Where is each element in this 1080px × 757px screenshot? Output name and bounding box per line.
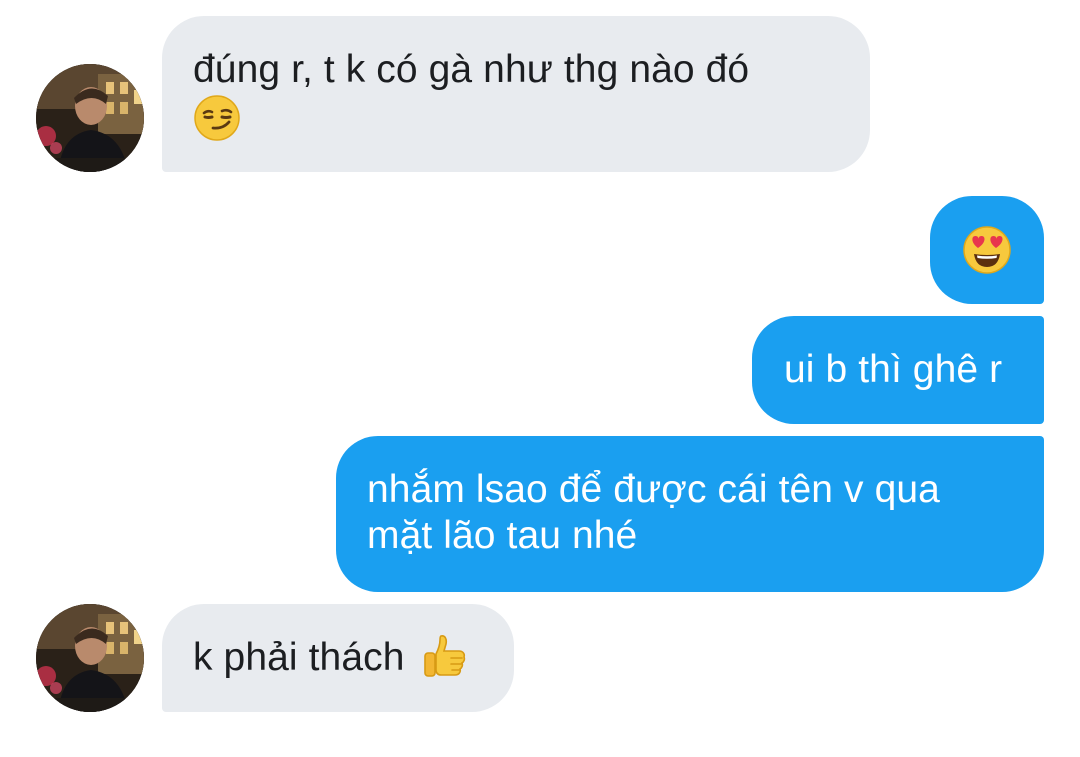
outgoing-message-bubble[interactable]: ui b thì ghê r: [752, 316, 1044, 424]
contact-avatar-photo: [36, 64, 144, 172]
message-text: k phải thách: [193, 636, 405, 679]
smirking-face-emoji: [193, 94, 241, 142]
message-text: ui b thì ghê r: [784, 348, 1003, 391]
contact-avatar[interactable]: [36, 64, 144, 172]
incoming-message-bubble[interactable]: k phải thách: [162, 604, 514, 712]
thumbs-up-emoji: [421, 632, 469, 680]
message-text: đúng r, t k có gà như thg nào đó: [193, 48, 750, 91]
contact-avatar-photo: [36, 604, 144, 712]
heart-eyes-emoji: [962, 225, 1012, 275]
outgoing-emoji-bubble[interactable]: [930, 196, 1044, 304]
message-text-line-2: mặt lão tau nhé: [367, 514, 638, 557]
incoming-message-bubble[interactable]: đúng r, t k có gà như thg nào đó: [162, 16, 870, 172]
contact-avatar[interactable]: [36, 604, 144, 712]
conversation-thread: đúng r, t k có gà như thg nào đó ui b th…: [0, 0, 1080, 757]
outgoing-message-bubble[interactable]: nhắm lsao để được cái tên v qua mặt lão …: [336, 436, 1044, 592]
message-text-line-1: nhắm lsao để được cái tên v qua: [367, 468, 940, 511]
